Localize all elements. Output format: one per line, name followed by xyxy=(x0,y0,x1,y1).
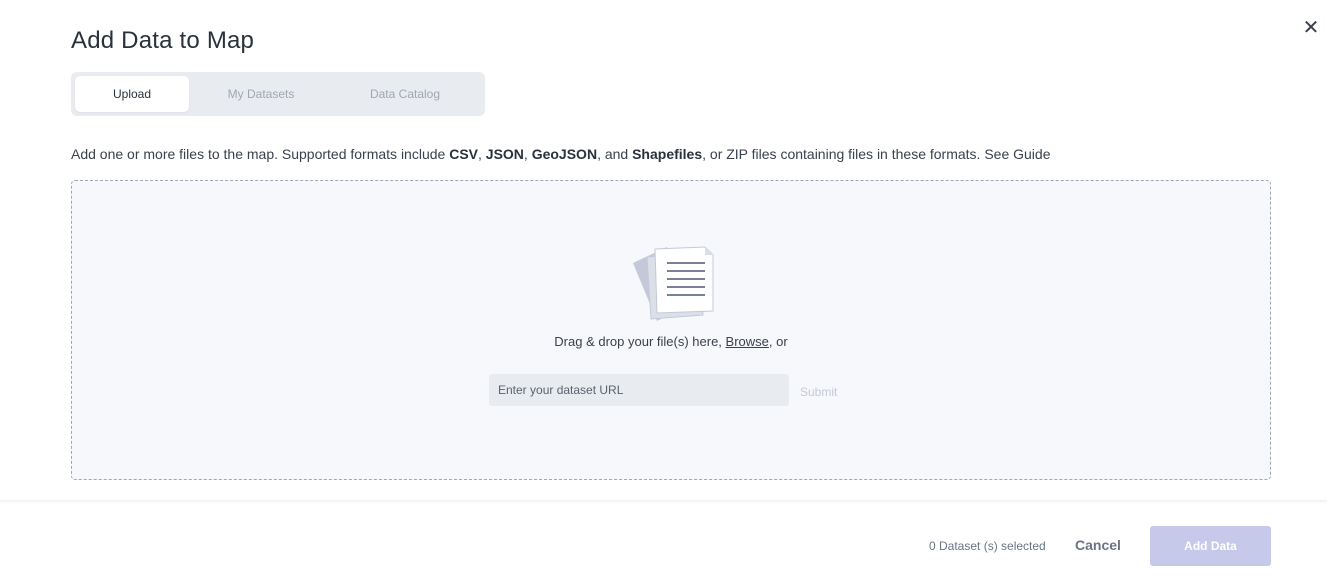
format-json: JSON xyxy=(485,146,524,162)
file-dropzone[interactable]: Drag & drop your file(s) here, Browse, o… xyxy=(71,180,1271,480)
modal-footer: 0 Dataset (s) selected Cancel Add Data xyxy=(0,504,1327,582)
tab-upload[interactable]: Upload xyxy=(75,76,189,112)
modal-title: Add Data to Map xyxy=(71,27,255,54)
or-label: , or xyxy=(768,334,788,349)
add-data-button[interactable]: Add Data xyxy=(1150,526,1271,566)
tab-bar: Upload My Datasets Data Catalog xyxy=(71,72,485,116)
tab-my-datasets[interactable]: My Datasets xyxy=(202,76,320,112)
document-stack-icon xyxy=(633,246,714,321)
format-csv: CSV xyxy=(449,146,479,162)
cancel-button[interactable]: Cancel xyxy=(1075,537,1121,553)
selected-count: 0 Dataset (s) selected xyxy=(929,539,1046,553)
upload-description: Add one or more files to the map. Suppor… xyxy=(71,146,1050,162)
format-geojson: GeoJSON xyxy=(531,146,598,162)
tab-data-catalog[interactable]: Data Catalog xyxy=(344,76,466,112)
description-sep: , and xyxy=(597,146,633,162)
browse-link[interactable]: Browse xyxy=(726,334,769,349)
drag-drop-text: Drag & drop your file(s) here, Browse, o… xyxy=(72,334,1270,349)
close-icon[interactable]: ✕ xyxy=(1302,18,1320,38)
dataset-url-input[interactable] xyxy=(489,374,789,406)
description-sep: , xyxy=(478,146,486,162)
drag-drop-label: Drag & drop your file(s) here, xyxy=(554,334,726,349)
submit-url-button[interactable]: Submit xyxy=(800,385,837,399)
description-prefix: Add one or more files to the map. Suppor… xyxy=(71,146,450,162)
description-suffix[interactable]: , or ZIP files containing files in these… xyxy=(702,146,1050,162)
add-data-modal: Add Data to Map ✕ Upload My Datasets Dat… xyxy=(0,0,1327,582)
description-sep: , xyxy=(523,146,532,162)
format-shapefiles: Shapefiles xyxy=(632,146,703,162)
